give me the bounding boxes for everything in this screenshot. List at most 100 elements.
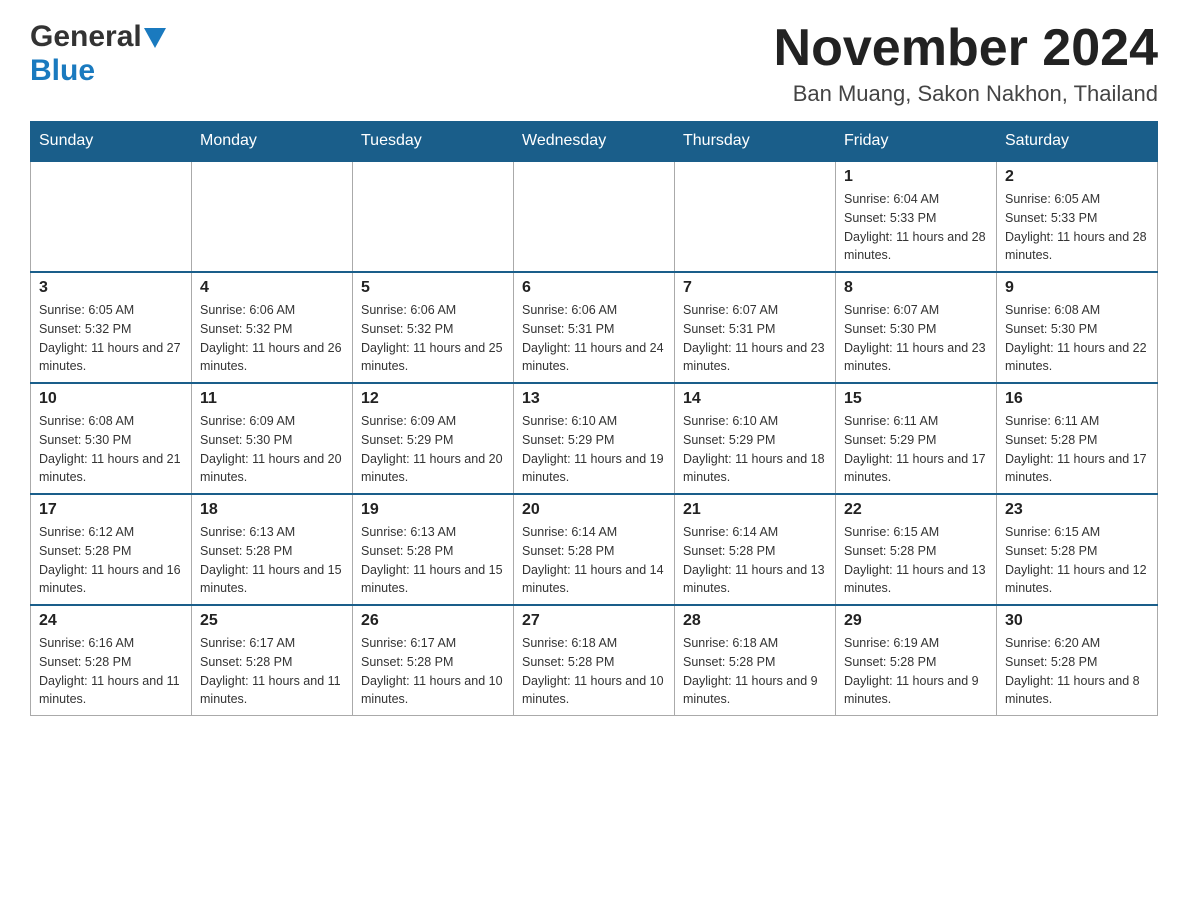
- day-info-line: Sunset: 5:30 PM: [844, 320, 988, 339]
- day-info-line: Sunset: 5:28 PM: [361, 653, 505, 672]
- day-info-line: Sunrise: 6:09 AM: [361, 412, 505, 431]
- day-number: 26: [361, 612, 505, 630]
- day-info: Sunrise: 6:15 AMSunset: 5:28 PMDaylight:…: [844, 523, 988, 598]
- day-info: Sunrise: 6:17 AMSunset: 5:28 PMDaylight:…: [361, 634, 505, 709]
- day-info-line: Sunset: 5:33 PM: [844, 209, 988, 228]
- day-info-line: Sunset: 5:30 PM: [200, 431, 344, 450]
- day-info-line: Daylight: 11 hours and 14 minutes.: [522, 561, 666, 599]
- day-info-line: Sunrise: 6:15 AM: [1005, 523, 1149, 542]
- day-number: 14: [683, 390, 827, 408]
- day-info-line: Sunrise: 6:08 AM: [39, 412, 183, 431]
- day-info-line: Sunset: 5:31 PM: [522, 320, 666, 339]
- day-info-line: Sunset: 5:32 PM: [200, 320, 344, 339]
- table-row: 25Sunrise: 6:17 AMSunset: 5:28 PMDayligh…: [192, 605, 353, 716]
- calendar-week-2: 3Sunrise: 6:05 AMSunset: 5:32 PMDaylight…: [31, 272, 1158, 383]
- calendar-week-5: 24Sunrise: 6:16 AMSunset: 5:28 PMDayligh…: [31, 605, 1158, 716]
- day-info-line: Sunrise: 6:13 AM: [361, 523, 505, 542]
- day-number: 16: [1005, 390, 1149, 408]
- day-info: Sunrise: 6:14 AMSunset: 5:28 PMDaylight:…: [522, 523, 666, 598]
- day-info-line: Daylight: 11 hours and 20 minutes.: [361, 450, 505, 488]
- day-number: 17: [39, 501, 183, 519]
- table-row: 14 Sunrise: 6:10 AMSunset: 5:29 PMDayligh…: [675, 383, 836, 494]
- day-info-line: Sunset: 5:28 PM: [39, 542, 183, 561]
- day-info-line: Sunrise: 6:10 AM: [522, 412, 666, 431]
- day-info: Sunrise: 6:13 AMSunset: 5:28 PMDaylight:…: [200, 523, 344, 598]
- day-info-line: Daylight: 11 hours and 21 minutes.: [39, 450, 183, 488]
- day-info-line: Sunrise: 6:05 AM: [39, 301, 183, 320]
- day-info-line: Daylight: 11 hours and 15 minutes.: [200, 561, 344, 599]
- day-info: Sunrise: 6:13 AMSunset: 5:28 PMDaylight:…: [361, 523, 505, 598]
- day-info: Sunrise: 6:08 AMSunset: 5:30 PMDaylight:…: [1005, 301, 1149, 376]
- day-number: 18: [200, 501, 344, 519]
- table-row: 26 Sunrise: 6:17 AMSunset: 5:28 PMDayligh…: [353, 605, 514, 716]
- day-info-line: Daylight: 11 hours and 18 minutes.: [683, 450, 827, 488]
- table-row: 18 Sunrise: 6:13 AMSunset: 5:28 PMDayligh…: [192, 494, 353, 605]
- day-info: Sunrise: 6:04 AMSunset: 5:33 PMDaylight:…: [844, 190, 988, 265]
- day-info-line: Daylight: 11 hours and 27 minutes.: [39, 339, 183, 377]
- table-row: 29Sunrise: 6:19 AMSunset: 5:28 PMDayligh…: [836, 605, 997, 716]
- day-info: Sunrise: 6:06 AMSunset: 5:31 PMDaylight:…: [522, 301, 666, 376]
- day-info: Sunrise: 6:18 AMSunset: 5:28 PMDaylight:…: [522, 634, 666, 709]
- table-row: 22Sunrise: 6:15 AMSunset: 5:28 PMDayligh…: [836, 494, 997, 605]
- day-info-line: Sunset: 5:28 PM: [1005, 431, 1149, 450]
- day-info-line: Sunset: 5:29 PM: [361, 431, 505, 450]
- table-row: 20 Sunrise: 6:14 AMSunset: 5:28 PMDayligh…: [514, 494, 675, 605]
- day-number: 2: [1005, 168, 1149, 186]
- day-info-line: Sunrise: 6:18 AM: [522, 634, 666, 653]
- day-number: 23: [1005, 501, 1149, 519]
- day-info-line: Sunset: 5:28 PM: [522, 542, 666, 561]
- day-info: Sunrise: 6:15 AMSunset: 5:28 PMDaylight:…: [1005, 523, 1149, 598]
- day-info-line: Sunrise: 6:13 AM: [200, 523, 344, 542]
- day-number: 24: [39, 612, 183, 630]
- calendar-week-1: 1Sunrise: 6:04 AMSunset: 5:33 PMDaylight…: [31, 161, 1158, 272]
- day-info-line: Daylight: 11 hours and 23 minutes.: [844, 339, 988, 377]
- header-tuesday: Tuesday: [353, 122, 514, 162]
- table-row: 28Sunrise: 6:18 AMSunset: 5:28 PMDayligh…: [675, 605, 836, 716]
- day-info-line: Sunrise: 6:10 AM: [683, 412, 827, 431]
- table-row: 16Sunrise: 6:11 AMSunset: 5:28 PMDayligh…: [997, 383, 1158, 494]
- day-info-line: Sunrise: 6:07 AM: [844, 301, 988, 320]
- day-info-line: Daylight: 11 hours and 28 minutes.: [844, 228, 988, 266]
- day-info: Sunrise: 6:18 AMSunset: 5:28 PMDaylight:…: [683, 634, 827, 709]
- day-info-line: Daylight: 11 hours and 19 minutes.: [522, 450, 666, 488]
- day-info-line: Daylight: 11 hours and 20 minutes.: [200, 450, 344, 488]
- title-block: November 2024 Ban Muang, Sakon Nakhon, T…: [774, 20, 1158, 107]
- day-info: Sunrise: 6:12 AMSunset: 5:28 PMDaylight:…: [39, 523, 183, 598]
- day-info: Sunrise: 6:07 AMSunset: 5:31 PMDaylight:…: [683, 301, 827, 376]
- day-info-line: Sunset: 5:28 PM: [39, 653, 183, 672]
- table-row: [353, 161, 514, 272]
- day-info-line: Sunset: 5:33 PM: [1005, 209, 1149, 228]
- table-row: 8 Sunrise: 6:07 AMSunset: 5:30 PMDaylight…: [836, 272, 997, 383]
- table-row: 27Sunrise: 6:18 AMSunset: 5:28 PMDayligh…: [514, 605, 675, 716]
- day-info: Sunrise: 6:09 AMSunset: 5:30 PMDaylight:…: [200, 412, 344, 487]
- day-info-line: Daylight: 11 hours and 10 minutes.: [522, 672, 666, 710]
- calendar-week-3: 10Sunrise: 6:08 AMSunset: 5:30 PMDayligh…: [31, 383, 1158, 494]
- day-info-line: Sunset: 5:30 PM: [39, 431, 183, 450]
- day-info: Sunrise: 6:16 AMSunset: 5:28 PMDaylight:…: [39, 634, 183, 709]
- day-number: 20: [522, 501, 666, 519]
- table-row: 17 Sunrise: 6:12 AMSunset: 5:28 PMDayligh…: [31, 494, 192, 605]
- day-info-line: Sunset: 5:31 PM: [683, 320, 827, 339]
- table-row: 24 Sunrise: 6:16 AMSunset: 5:28 PMDayligh…: [31, 605, 192, 716]
- day-info-line: Sunrise: 6:14 AM: [683, 523, 827, 542]
- day-info-line: Daylight: 11 hours and 13 minutes.: [844, 561, 988, 599]
- day-info: Sunrise: 6:06 AMSunset: 5:32 PMDaylight:…: [200, 301, 344, 376]
- day-number: 10: [39, 390, 183, 408]
- day-info-line: Sunset: 5:28 PM: [844, 653, 988, 672]
- day-info-line: Sunrise: 6:11 AM: [844, 412, 988, 431]
- day-info-line: Daylight: 11 hours and 22 minutes.: [1005, 339, 1149, 377]
- day-info-line: Sunrise: 6:11 AM: [1005, 412, 1149, 431]
- day-info-line: Sunrise: 6:20 AM: [1005, 634, 1149, 653]
- day-info: Sunrise: 6:11 AMSunset: 5:29 PMDaylight:…: [844, 412, 988, 487]
- day-info-line: Sunrise: 6:16 AM: [39, 634, 183, 653]
- table-row: 9Sunrise: 6:08 AMSunset: 5:30 PMDaylight…: [997, 272, 1158, 383]
- day-info-line: Sunset: 5:28 PM: [200, 653, 344, 672]
- day-number: 8: [844, 279, 988, 297]
- day-info-line: Sunset: 5:29 PM: [683, 431, 827, 450]
- day-info-line: Daylight: 11 hours and 23 minutes.: [683, 339, 827, 377]
- table-row: 4Sunrise: 6:06 AMSunset: 5:32 PMDaylight…: [192, 272, 353, 383]
- day-info-line: Sunrise: 6:04 AM: [844, 190, 988, 209]
- day-info-line: Sunrise: 6:17 AM: [200, 634, 344, 653]
- day-info-line: Sunrise: 6:05 AM: [1005, 190, 1149, 209]
- logo: General Blue: [30, 20, 166, 88]
